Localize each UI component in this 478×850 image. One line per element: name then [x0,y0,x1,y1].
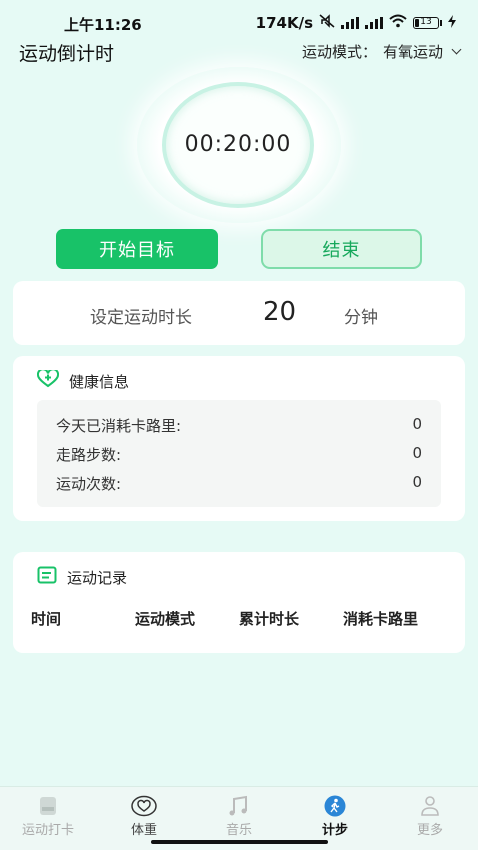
health-card: 健康信息 今天已消耗卡路里: 0 走路步数: 0 运动次数: 0 [13,356,465,521]
start-button[interactable]: 开始目标 [56,229,218,269]
steps-value: 0 [412,444,422,462]
signal-icon-1 [341,17,359,29]
signal-icon-2 [365,17,383,29]
mode-value: 有氧运动 [382,43,443,61]
home-indicator[interactable] [151,840,328,844]
music-note-icon [226,795,252,817]
col-time: 时间 [31,610,62,628]
health-row-count: 运动次数: 0 [56,473,422,493]
nav-item-checkin[interactable]: 运动打卡 [8,795,88,838]
calories-value: 0 [412,415,422,433]
timer-display: 00:20:00 [184,132,292,157]
nav-item-more[interactable]: 更多 [390,795,470,838]
charging-icon [448,14,456,32]
duration-label: 设定运动时长 [90,308,192,328]
duration-value[interactable]: 20 [263,297,296,327]
wifi-icon [389,14,407,32]
health-header: 健康信息 [36,368,130,392]
health-row-calories: 今天已消耗卡路里: 0 [56,415,422,435]
nav-label-steps: 计步 [321,823,348,838]
col-duration: 累计时长 [239,610,300,628]
records-card: 运动记录 时间 运动模式 累计时长 消耗卡路里 [13,552,465,653]
status-time: 上午11:26 [64,16,142,34]
nav-item-steps[interactable]: 计步 [295,795,375,838]
shoe-icon [35,795,61,817]
nav-label-checkin: 运动打卡 [21,823,74,838]
walking-icon [322,795,348,817]
nav-label-more: 更多 [416,823,443,838]
network-speed: 174K/s [255,14,313,32]
health-stats: 今天已消耗卡路里: 0 走路步数: 0 运动次数: 0 [37,400,441,507]
mute-icon [319,14,335,32]
steps-label: 走路步数: [56,446,122,464]
mode-select[interactable]: 运动模式： 有氧运动 [301,41,462,62]
battery-icon: 13 [413,17,442,29]
page-title: 运动倒计时 [19,43,115,65]
count-value: 0 [412,473,422,491]
duration-card: 设定运动时长 20 分钟 [13,281,465,345]
list-icon [37,566,57,588]
records-header: 运动记录 [37,566,127,588]
person-icon [417,795,443,817]
mode-label: 运动模式： [301,43,377,61]
end-button[interactable]: 结束 [261,229,422,269]
duration-unit: 分钟 [344,308,378,328]
nav-item-weight[interactable]: 体重 [104,795,184,838]
status-icons: 174K/s 13 [256,14,456,32]
nav-item-music[interactable]: 音乐 [199,795,279,838]
health-title: 健康信息 [69,372,130,391]
count-label: 运动次数: [56,475,122,493]
records-title: 运动记录 [67,568,128,587]
calories-label: 今天已消耗卡路里: [56,417,182,435]
health-row-steps: 走路步数: 0 [56,444,422,464]
heart-icon [131,795,157,817]
col-mode: 运动模式 [135,610,196,628]
col-calories: 消耗卡路里 [343,610,419,628]
status-bar: 上午11:26 174K/s 13 [0,0,478,36]
chevron-down-icon [451,44,462,55]
nav-label-weight: 体重 [130,823,157,838]
battery-level: 13 [420,17,432,27]
heart-plus-icon [36,368,60,392]
records-table-header: 时间 运动模式 累计时长 消耗卡路里 [13,608,465,630]
nav-label-music: 音乐 [225,823,252,838]
